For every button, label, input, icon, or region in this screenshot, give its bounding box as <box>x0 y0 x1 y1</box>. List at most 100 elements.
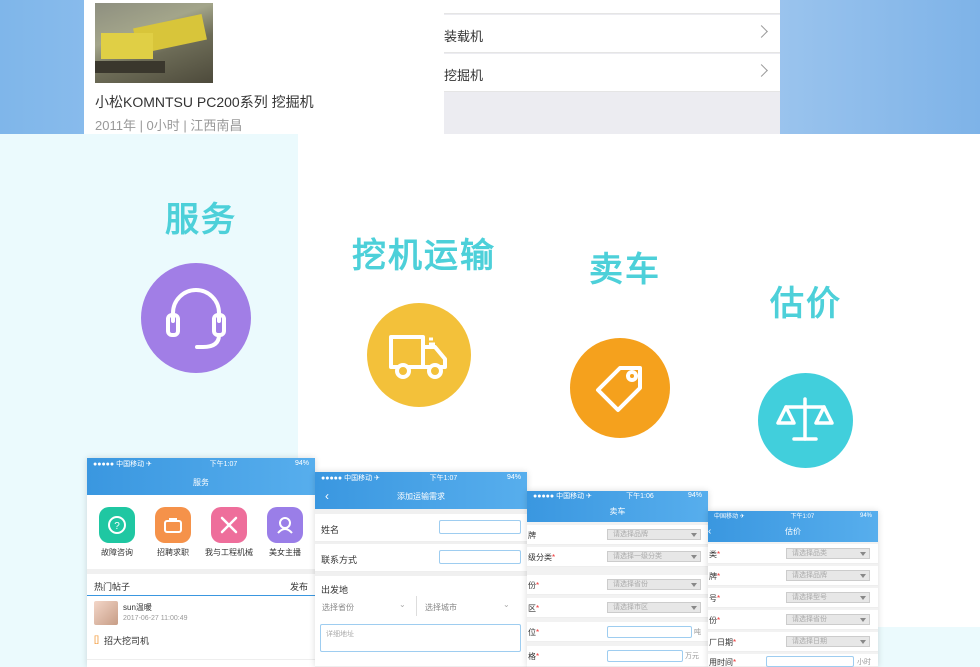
carrier: ●●●●● 中国移动 ✈ <box>321 474 380 482</box>
tonnage-input[interactable] <box>607 626 692 638</box>
sell-feature-button[interactable] <box>570 338 670 438</box>
tools-icon <box>211 507 247 543</box>
price-input[interactable] <box>607 650 683 662</box>
back-arrow-icon[interactable]: ‹ <box>325 489 329 503</box>
field-label: 份* <box>528 581 540 590</box>
brand-row: 牌* 请选择品牌 <box>708 566 878 586</box>
time: 下午1:07 <box>209 460 238 468</box>
district-select[interactable]: 请选择市区 <box>607 602 701 613</box>
phone-service-screen: ●●●●● 中国移动 ✈ 下午1:07 94% 服务 ? 故障咨询 招聘求职 我与工… <box>87 458 315 667</box>
category-select[interactable]: 请选择品类 <box>786 548 870 559</box>
name-row: 姓名 <box>315 514 527 542</box>
phone-transport-screen: ●●●●● 中国移动 ✈ 下午1:07 94% ‹ 添加运输需求 姓名 联系方式 出发… <box>315 472 527 667</box>
post-username: sun温暖 <box>123 603 152 612</box>
category-item-previous[interactable] <box>444 0 780 14</box>
app-anchor[interactable]: 美女主播 <box>257 501 313 569</box>
chevron-down-icon: ⌄ <box>399 600 406 609</box>
feature-title-sell: 卖车 <box>589 251 661 289</box>
province-placeholder: 选择省份 <box>322 603 354 612</box>
category-select[interactable]: 请选择一级分类 <box>607 551 701 562</box>
transport-feature-button[interactable] <box>367 303 471 407</box>
hot-posts-header: 热门帖子 发布 <box>87 574 315 596</box>
price-unit: 万元 <box>685 653 699 660</box>
province-select[interactable]: 请选择省份 <box>607 579 701 590</box>
battery: 94% <box>294 460 309 467</box>
brand-select[interactable]: 请选择品牌 <box>607 529 701 540</box>
province-row: 份* 请选择省份 <box>708 610 878 630</box>
name-label: 姓名 <box>321 525 340 535</box>
model-row: 号* 请选择型号 <box>708 588 878 608</box>
field-label: 厂日期* <box>709 638 737 647</box>
post-text: 招大挖司机 <box>104 636 150 646</box>
contact-label: 联系方式 <box>321 555 358 565</box>
avatar <box>94 601 118 625</box>
province-row: 份* 请选择省份 <box>527 575 708 595</box>
machine-name: 小松KOMNTSU PC200系列 挖掘机 <box>95 94 314 110</box>
machine-card[interactable]: 小松KOMNTSU PC200系列 挖掘机 2011年 | 0小时 | 江西南昌 <box>84 0 444 134</box>
province-select[interactable]: 请选择省份 <box>786 614 870 625</box>
time: 下午1:07 <box>790 514 815 520</box>
hours-input[interactable] <box>766 656 854 667</box>
category-list: 装载机 挖掘机 <box>444 0 780 134</box>
hot-posts-title: 热门帖子 <box>94 582 131 592</box>
app-recruitment[interactable]: 招聘求职 <box>145 501 201 569</box>
date-select[interactable]: 请选择日期 <box>786 636 870 647</box>
screen-title: 估价 <box>785 526 801 536</box>
chevron-down-icon: ⌄ <box>503 600 510 609</box>
brand-select[interactable]: 请选择品牌 <box>786 570 870 581</box>
tonnage-row: 位* 吨 <box>527 622 708 642</box>
app-label: 故障咨询 <box>101 548 133 557</box>
category-item-loader[interactable]: 装载机 <box>444 15 780 53</box>
category-item-excavator[interactable]: 挖掘机 <box>444 54 780 92</box>
field-label: 份* <box>709 616 721 625</box>
phone-sell-screen: ●●●●● 中国移动 ✈ 下午1:06 94% 卖车 牌请选择品牌 级分类* 请选择一… <box>527 491 708 667</box>
service-feature-button[interactable] <box>141 263 251 373</box>
headset-icon <box>166 288 226 349</box>
district-row: 区* 请选择市区 <box>527 598 708 618</box>
back-arrow-icon[interactable]: ‹ <box>708 526 711 537</box>
app-fault-consult[interactable]: ? 故障咨询 <box>89 501 145 569</box>
post-bracket-icon: [] <box>94 634 100 644</box>
field-label: 号* <box>709 594 721 603</box>
battery: 94% <box>687 492 702 499</box>
time: 下午1:07 <box>429 474 458 482</box>
chevron-right-icon <box>755 64 768 77</box>
app-label: 我与工程机械 <box>205 548 253 557</box>
publish-button[interactable]: 发布 <box>290 580 308 593</box>
city-placeholder: 选择城市 <box>425 603 457 612</box>
address-input[interactable]: 详细地址 <box>320 624 521 652</box>
screen-title: 卖车 <box>609 506 626 516</box>
excavator-photo <box>95 3 213 83</box>
feature-title-estimate: 估价 <box>770 285 842 323</box>
field-label: 用时间* <box>709 658 737 667</box>
hours-row: 用时间* 小时 <box>708 654 878 667</box>
contact-row: 联系方式 <box>315 544 527 572</box>
post-item[interactable]: sun温暖 2017-06-27 11:00:49 [] 招大挖司机 <box>87 597 315 657</box>
chevron-right-icon <box>755 25 768 38</box>
brand-row: 牌 请选择品牌 <box>527 525 708 545</box>
origin-label: 出发地 <box>321 585 349 595</box>
origin-section: 出发地 选择省份 ⌄ 选择城市 ⌄ 详细地址 <box>315 576 527 667</box>
app-label: 美女主播 <box>269 548 301 557</box>
address-placeholder: 详细地址 <box>326 631 354 638</box>
city-select[interactable]: 选择城市 ⌄ <box>417 596 517 616</box>
price-tag-icon <box>596 366 642 412</box>
app-machinery[interactable]: 我与工程机械 <box>201 501 257 569</box>
field-label: 类* <box>709 550 721 559</box>
feature-title-transport: 挖机运输 <box>352 237 496 275</box>
machine-meta: 2011年 | 0小时 | 江西南昌 <box>95 118 243 133</box>
province-select[interactable]: 选择省份 ⌄ <box>315 596 415 616</box>
contact-input[interactable] <box>439 550 521 564</box>
field-label: 区* <box>528 604 540 613</box>
carrier: 中国移动 ✈ <box>714 514 745 520</box>
estimate-feature-button[interactable] <box>758 373 853 468</box>
model-select[interactable]: 请选择型号 <box>786 592 870 603</box>
name-input[interactable] <box>439 520 521 534</box>
svg-text:?: ? <box>114 521 120 532</box>
right-tint-panel <box>860 627 980 667</box>
truck-icon <box>389 335 447 379</box>
scale-icon <box>776 397 834 441</box>
repair-question-icon: ? <box>99 507 135 543</box>
field-label: 格* <box>528 652 540 661</box>
app-grid: ? 故障咨询 招聘求职 我与工程机械 美女主播 <box>87 501 315 569</box>
